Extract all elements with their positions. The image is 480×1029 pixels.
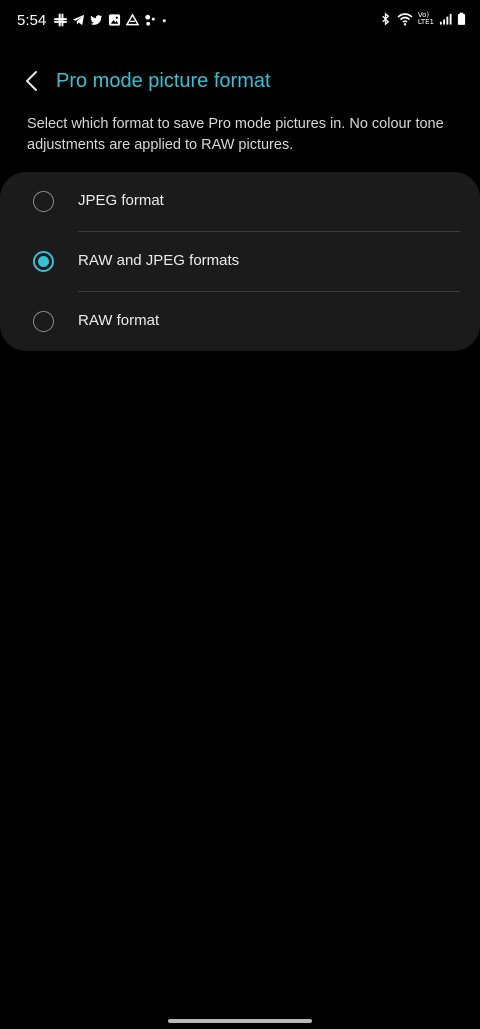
option-label: RAW format [78, 312, 160, 329]
option-raw-format[interactable]: RAW format [0, 292, 480, 351]
option-label: RAW and JPEG formats [78, 252, 240, 269]
home-indicator[interactable] [168, 1019, 312, 1023]
option-jpeg-format[interactable]: JPEG format [0, 172, 480, 231]
radio-button[interactable] [33, 191, 54, 212]
bluetooth-icon [382, 12, 390, 26]
signal-icon [439, 13, 452, 25]
volte-lte-icon: Vo) LTE1 [418, 12, 434, 26]
drive-icon [126, 13, 139, 26]
twitter-icon [90, 15, 103, 25]
description-text: Select which format to save Pro mode pic… [27, 116, 444, 153]
status-time: 5:54 [17, 12, 47, 29]
more-dot-icon [162, 19, 166, 23]
network-label-bottom: LTE1 [417, 18, 434, 26]
battery-icon [457, 12, 466, 25]
notification-icons [54, 13, 168, 27]
radio-button[interactable] [33, 311, 54, 332]
option-label: JPEG format [78, 192, 164, 209]
assistant-icon [145, 14, 155, 26]
gallery-icon [108, 14, 121, 26]
radio-button-selected[interactable] [33, 251, 54, 272]
format-options-card: JPEG format RAW and JPEG formats RAW for… [0, 172, 480, 351]
option-raw-and-jpeg-formats[interactable]: RAW and JPEG formats [0, 232, 480, 291]
page-title: Pro mode picture format [56, 70, 271, 92]
back-button[interactable] [20, 68, 46, 94]
header: Pro mode picture format [0, 62, 480, 102]
slack-icon [54, 13, 67, 27]
telegram-icon [72, 14, 85, 26]
status-bar: 5:54 Vo) LTE1 [0, 0, 480, 44]
wifi-icon [397, 13, 413, 26]
system-icons: Vo) LTE1 [379, 12, 466, 26]
